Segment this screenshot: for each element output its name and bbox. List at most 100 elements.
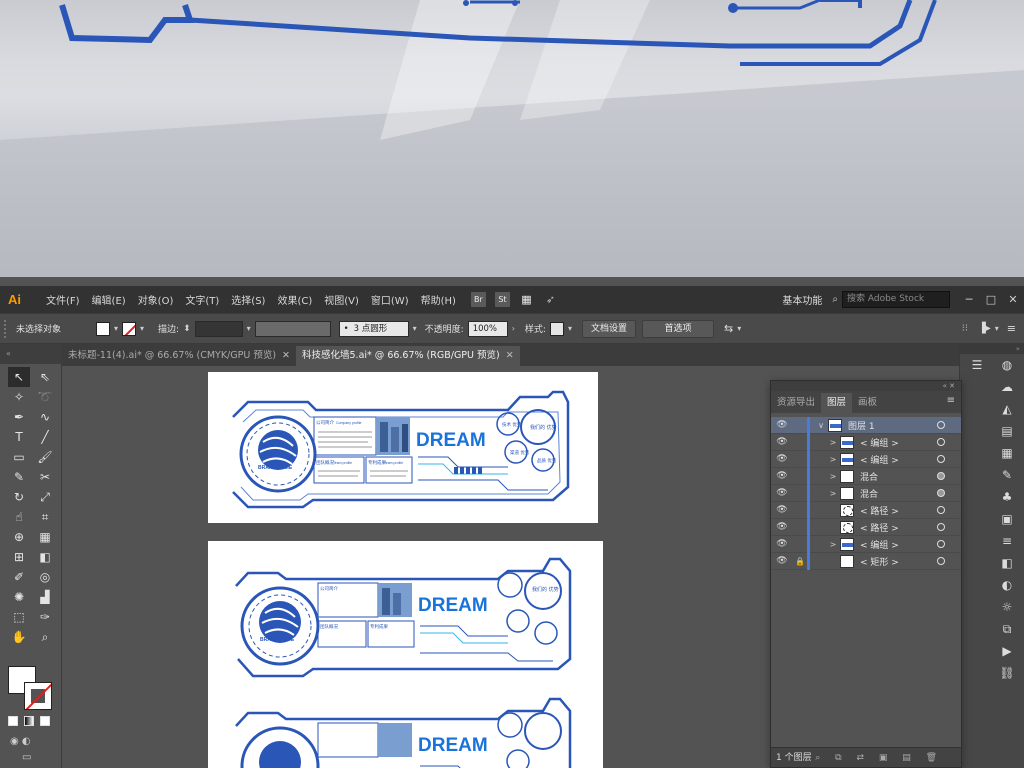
visibility-eye-icon[interactable]: 👁 [771, 437, 793, 447]
scissors-tool-icon[interactable]: ✂ [34, 467, 56, 487]
stroke-icon[interactable]: ≡ [997, 532, 1017, 550]
stock-search-input[interactable]: 搜索 Adobe Stock [842, 291, 950, 308]
close-tab-icon[interactable]: ✕ [282, 346, 290, 366]
variable-width-profile[interactable] [254, 320, 331, 337]
shape-builder-tool-icon[interactable]: ⊕ [8, 527, 30, 547]
swatches-icon[interactable]: ▦ [997, 444, 1017, 462]
visibility-eye-icon[interactable]: 👁 [771, 488, 793, 498]
close-tab-icon[interactable]: ✕ [506, 346, 514, 366]
menu-type[interactable]: 文字(T) [179, 292, 225, 307]
visibility-eye-icon[interactable]: 👁 [771, 539, 793, 549]
workspace-switcher[interactable]: 基本功能 [782, 292, 822, 307]
rectangle-tool-icon[interactable]: ▭ [8, 447, 30, 467]
target-circle-icon[interactable] [937, 455, 945, 463]
target-circle-icon[interactable] [937, 540, 945, 548]
chevron-down-icon[interactable]: ▾ [413, 324, 417, 333]
gradient-icon[interactable]: ◧ [997, 554, 1017, 572]
screen-mode-icon[interactable]: ▭ [22, 752, 31, 763]
brush-definition-field[interactable]: • 3 点圆形 [338, 320, 409, 337]
chevron-down-icon[interactable]: ▾ [568, 324, 572, 333]
symbols-icon[interactable]: ♣ [997, 488, 1017, 506]
arrange-icon[interactable]: ⇆ [724, 322, 733, 335]
gradient-tool-icon[interactable]: ◧ [34, 547, 56, 567]
chevron-down-icon[interactable]: ▾ [247, 324, 251, 333]
actions-play-icon[interactable]: ▶ [997, 642, 1017, 660]
layer-row[interactable]: 👁 > 混合 [771, 484, 961, 502]
properties-icon[interactable]: ☰ [967, 356, 987, 374]
chevron-right-icon[interactable]: > [826, 472, 840, 481]
chevron-down-icon[interactable]: ∨ [814, 421, 828, 430]
direct-selection-tool-icon[interactable]: ⇖ [34, 367, 56, 387]
fill-swatch[interactable] [96, 321, 110, 336]
artboard-2[interactable]: DREAM BRAND NAME 公司简介 团队概况 专利成果 我们的 优势 D… [208, 541, 603, 768]
draw-mode-icon[interactable]: ◉ ◐ [10, 736, 31, 747]
menu-edit[interactable]: 编辑(E) [86, 292, 132, 307]
preferences-button[interactable]: 首选项 [641, 319, 714, 338]
chevron-right-icon[interactable]: > [826, 438, 840, 447]
pen-tool-icon[interactable]: ✒ [8, 407, 30, 427]
menu-effect[interactable]: 效果(C) [271, 292, 318, 307]
layer-row[interactable]: 👁 🔒 < 矩形 > [771, 552, 961, 570]
perspective-grid-tool-icon[interactable]: ▦ [34, 527, 56, 547]
visibility-eye-icon[interactable]: 👁 [771, 420, 793, 430]
appearance-icon[interactable]: ◭ [997, 400, 1017, 418]
warp-tool-icon[interactable]: ☝ [8, 507, 30, 527]
document-setup-button[interactable]: 文档设置 [581, 319, 636, 338]
layer-row[interactable]: 👁 > 混合 [771, 467, 961, 485]
stock-button[interactable]: St [494, 292, 510, 307]
panel-collapse-bar[interactable]: « ✕ [771, 381, 961, 391]
color-mode-icon[interactable] [8, 716, 18, 726]
sun-icon[interactable]: ☼ [997, 598, 1017, 616]
layer-row[interactable]: 👁 ∨ 图层 1 [771, 416, 961, 434]
links-icon[interactable]: ⛓ [997, 664, 1017, 682]
visibility-eye-icon[interactable]: 👁 [771, 454, 793, 464]
chevron-down-icon[interactable]: ▾ [114, 324, 118, 333]
visibility-eye-icon[interactable]: 👁 [771, 471, 793, 481]
panel-menu-icon[interactable]: ≡ [1007, 322, 1016, 335]
tab-artboards[interactable]: 画板 [852, 393, 883, 413]
panel-menu-icon[interactable]: ≡ [947, 395, 955, 406]
menu-object[interactable]: 对象(O) [132, 292, 180, 307]
selection-tool-icon[interactable]: ↖ [8, 367, 30, 387]
transparency-icon[interactable]: ◐ [997, 576, 1017, 594]
color-guide-icon[interactable]: ◍ [997, 356, 1017, 374]
target-circle-icon[interactable] [937, 421, 945, 429]
target-circle-icon[interactable] [937, 472, 945, 480]
creative-cloud-libraries-icon[interactable]: ☁ [997, 378, 1017, 396]
curvature-tool-icon[interactable]: ∿ [34, 407, 56, 427]
hand-tool-icon[interactable]: ✋ [8, 627, 30, 647]
paintbrush-tool-icon[interactable]: 🖌 [34, 447, 56, 467]
menu-file[interactable]: 文件(F) [40, 292, 86, 307]
layer-row[interactable]: 👁 < 路径 > [771, 518, 961, 536]
menu-select[interactable]: 选择(S) [225, 292, 271, 307]
minimize-button[interactable]: ─ [958, 293, 980, 306]
chevron-right-icon[interactable]: › [512, 324, 515, 333]
layer-row[interactable]: 👁 < 路径 > [771, 501, 961, 519]
chevron-down-icon[interactable]: ▾ [737, 324, 741, 333]
document-tab[interactable]: 未标题-11(4).ai* @ 66.67% (CMYK/GPU 预览) ✕ [62, 346, 296, 366]
chevron-right-icon[interactable]: > [826, 540, 840, 549]
layer-row[interactable]: 👁 > < 编组 > [771, 450, 961, 468]
layer-row[interactable]: 👁 > < 编组 > [771, 433, 961, 451]
opacity-field[interactable]: 100% [467, 320, 508, 337]
graphic-styles-icon[interactable]: ▣ [997, 510, 1017, 528]
artboard-1[interactable]: BRAND NAME 公司简介 Company profile 团队概况 Tea… [208, 372, 598, 523]
export-icon[interactable]: ⧉ [997, 620, 1017, 638]
rotate-tool-icon[interactable]: ↻ [8, 487, 30, 507]
target-circle-icon[interactable] [937, 523, 945, 531]
stroke-color-box[interactable] [24, 682, 52, 710]
shaper-tool-icon[interactable]: ✎ [8, 467, 30, 487]
menu-help[interactable]: 帮助(H) [415, 292, 462, 307]
stroke-swatch[interactable] [122, 321, 137, 336]
target-circle-icon[interactable] [937, 438, 945, 446]
lock-icon[interactable]: 🔒 [793, 557, 807, 566]
chevron-down-icon[interactable]: ▾ [995, 324, 999, 333]
target-circle-icon[interactable] [937, 557, 945, 565]
zoom-tool-icon[interactable]: ⌕ [34, 627, 56, 647]
gpu-rocket-icon[interactable]: ➶ [543, 292, 558, 307]
close-button[interactable]: ✕ [1002, 293, 1024, 306]
transform-icon[interactable]: ▐▸ [978, 323, 991, 334]
type-tool-icon[interactable]: T [8, 427, 30, 447]
graphic-style-swatch[interactable] [549, 321, 564, 336]
maximize-button[interactable]: □ [980, 293, 1002, 306]
